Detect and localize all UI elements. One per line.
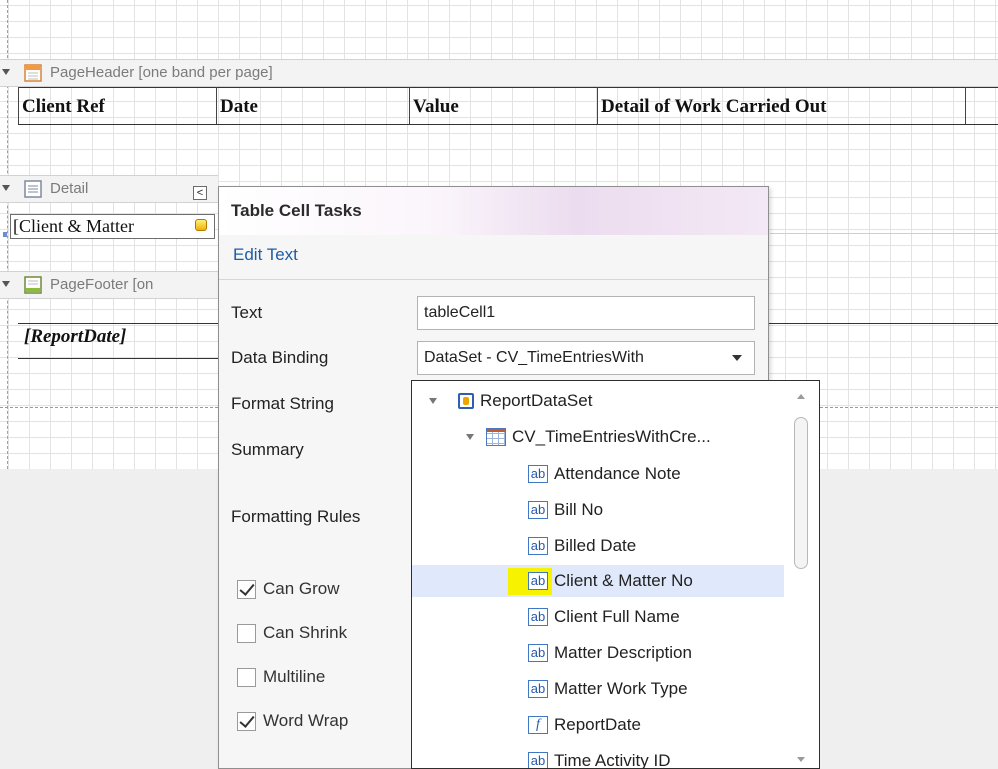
header-cell-detail-of-work[interactable]: Detail of Work Carried Out bbox=[601, 96, 827, 118]
cell-border bbox=[409, 87, 410, 124]
tree-node-field[interactable]: ab Matter Description bbox=[412, 637, 785, 669]
vertical-scrollbar[interactable] bbox=[784, 381, 819, 768]
band-pagefooter[interactable]: PageFooter [on bbox=[0, 271, 218, 299]
data-binding-value: DataSet - CV_TimeEntriesWith bbox=[424, 349, 644, 366]
checkbox-label: Multiline bbox=[263, 667, 326, 686]
string-field-icon: ab bbox=[528, 465, 548, 483]
expand-arrow-icon[interactable] bbox=[466, 434, 474, 440]
tree-node-field[interactable]: ab Bill No bbox=[412, 494, 785, 526]
dataset-icon bbox=[458, 393, 474, 409]
band-detail[interactable]: Detail bbox=[0, 175, 218, 203]
checkbox-checked-icon[interactable] bbox=[237, 580, 256, 599]
field-label: Billed Date bbox=[554, 536, 637, 555]
field-label: Matter Work Type bbox=[554, 679, 688, 698]
string-field-icon: ab bbox=[528, 608, 548, 626]
tasks-panel-title: Table Cell Tasks bbox=[231, 201, 362, 220]
tree-node-field[interactable]: ab Matter Work Type bbox=[412, 673, 785, 705]
field-label: Client Full Name bbox=[554, 607, 680, 626]
band-collapse-arrow-icon[interactable] bbox=[2, 185, 10, 191]
table-top-border bbox=[18, 87, 998, 88]
field-label: Time Activity ID bbox=[554, 751, 671, 769]
scrollbar-thumb[interactable] bbox=[794, 417, 808, 569]
tree-node-field[interactable]: ab Attendance Note bbox=[412, 458, 785, 490]
field-label: Client & Matter No bbox=[554, 571, 693, 590]
chevron-down-icon[interactable] bbox=[732, 355, 742, 361]
band-collapse-arrow-icon[interactable] bbox=[2, 281, 10, 287]
selection-marker-icon bbox=[3, 232, 7, 237]
summary-label: Summary bbox=[231, 440, 304, 459]
header-cell-value[interactable]: Value bbox=[413, 96, 459, 118]
formatting-rules-label: Formatting Rules bbox=[231, 507, 361, 526]
pageheader-band-icon bbox=[24, 64, 42, 82]
tree-node-root[interactable]: ReportDataSet bbox=[412, 385, 785, 417]
detail-cell-text: [Client & Matter bbox=[13, 216, 134, 236]
band-label: PageFooter [on bbox=[50, 276, 154, 293]
checkbox-unchecked-icon[interactable] bbox=[237, 668, 256, 687]
cell-border bbox=[18, 87, 19, 124]
checkbox-label: Word Wrap bbox=[263, 711, 349, 730]
footer-cell-reportdate[interactable]: [ReportDate] bbox=[24, 326, 126, 348]
string-field-icon: ab bbox=[528, 572, 548, 590]
tree-node-field[interactable]: ab Time Activity ID bbox=[412, 745, 785, 769]
tree-node-label: ReportDataSet bbox=[480, 391, 593, 410]
tree-node-field[interactable]: ab Billed Date bbox=[412, 530, 785, 562]
field-label: ReportDate bbox=[554, 715, 641, 734]
detail-band-icon bbox=[24, 180, 42, 198]
calculated-field-icon: f bbox=[528, 716, 548, 734]
tasks-panel-header: Table Cell Tasks bbox=[219, 187, 768, 235]
edit-text-link[interactable]: Edit Text bbox=[233, 245, 298, 265]
checkbox-checked-icon[interactable] bbox=[237, 712, 256, 731]
expand-arrow-icon[interactable] bbox=[429, 398, 437, 404]
band-pageheader[interactable]: PageHeader [one band per page] bbox=[0, 59, 998, 87]
pagefooter-band-icon bbox=[24, 276, 42, 294]
data-binding-field-list[interactable]: ReportDataSet CV_TimeEntriesWithCre... a… bbox=[411, 380, 820, 769]
text-input[interactable] bbox=[417, 296, 755, 330]
string-field-icon: ab bbox=[528, 680, 548, 698]
tree-node-field[interactable]: f ReportDate bbox=[412, 709, 785, 741]
format-string-label: Format String bbox=[231, 394, 334, 413]
data-binding-label: Data Binding bbox=[231, 348, 329, 367]
scroll-up-arrow-icon[interactable] bbox=[797, 394, 805, 399]
row-guide bbox=[770, 233, 998, 234]
cell-border bbox=[965, 87, 966, 124]
tree-node-field-selected[interactable]: ab Client & Matter No bbox=[412, 565, 785, 597]
text-label: Text bbox=[231, 303, 263, 322]
divider bbox=[219, 279, 768, 280]
footer-row-border bbox=[18, 358, 218, 359]
header-cell-date[interactable]: Date bbox=[220, 96, 258, 118]
band-label: PageHeader [one band per page] bbox=[50, 64, 273, 81]
band-label: Detail bbox=[50, 180, 89, 197]
field-label: Bill No bbox=[554, 500, 604, 519]
tree-node-label: CV_TimeEntriesWithCre... bbox=[512, 427, 711, 446]
string-field-icon: ab bbox=[528, 501, 548, 519]
tree-node-field[interactable]: ab Client Full Name bbox=[412, 601, 785, 633]
smart-tag-collapse-icon[interactable]: < bbox=[193, 186, 207, 200]
data-binding-combobox[interactable]: DataSet - CV_TimeEntriesWith bbox=[417, 341, 755, 375]
string-field-icon: ab bbox=[528, 644, 548, 662]
table-row-border bbox=[18, 124, 998, 125]
checkbox-unchecked-icon[interactable] bbox=[237, 624, 256, 643]
data-binding-badge-icon bbox=[195, 219, 207, 231]
field-label: Attendance Note bbox=[554, 464, 681, 483]
checkbox-label: Can Shrink bbox=[263, 623, 348, 642]
string-field-icon: ab bbox=[528, 752, 548, 768]
tree-node-table[interactable]: CV_TimeEntriesWithCre... bbox=[412, 421, 785, 453]
table-icon bbox=[486, 428, 506, 446]
header-cell-client-ref[interactable]: Client Ref bbox=[22, 96, 105, 118]
detail-table-cell[interactable]: [Client & Matter bbox=[10, 214, 215, 239]
string-field-icon: ab bbox=[528, 537, 548, 555]
band-collapse-arrow-icon[interactable] bbox=[2, 69, 10, 75]
scroll-down-arrow-icon[interactable] bbox=[797, 757, 805, 762]
cell-border bbox=[216, 87, 217, 124]
field-label: Matter Description bbox=[554, 643, 692, 662]
cell-border bbox=[597, 87, 598, 124]
checkbox-label: Can Grow bbox=[263, 579, 340, 598]
